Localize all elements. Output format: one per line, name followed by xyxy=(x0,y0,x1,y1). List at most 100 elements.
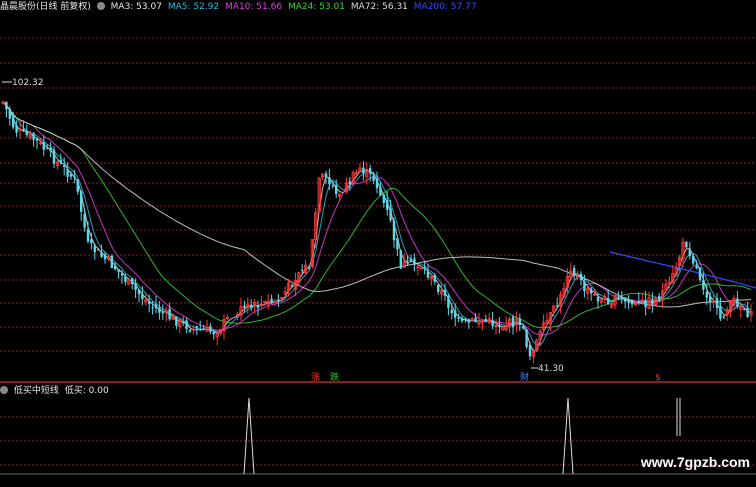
candle-body-down xyxy=(69,174,73,177)
indicator-title[interactable]: 低买中短线 xyxy=(14,386,59,396)
candlesticks xyxy=(1,100,753,364)
candle-body-down xyxy=(209,326,212,332)
candle-body-down xyxy=(590,288,593,294)
candle-body-down xyxy=(66,169,69,177)
candle-body-down xyxy=(80,191,83,212)
candle-body-down xyxy=(46,148,49,150)
candle-body-down xyxy=(624,297,627,302)
candle-body-down xyxy=(457,317,460,319)
candle-body-down xyxy=(573,268,576,275)
ma24-label: MA24: 53.01 xyxy=(287,2,345,12)
candle-body-down xyxy=(154,304,158,309)
candle-body-down xyxy=(117,268,120,272)
grid-lines xyxy=(0,37,756,466)
candle-body-down xyxy=(474,317,477,322)
candle-body-down xyxy=(97,249,100,251)
candle-body-down xyxy=(705,291,708,298)
candle-body-down xyxy=(185,320,188,330)
event-marker: $ xyxy=(655,373,661,383)
candle-body-down xyxy=(12,116,15,128)
candle-body-down xyxy=(630,301,634,305)
candle-body-down xyxy=(100,252,103,257)
candle-body-down xyxy=(369,168,372,174)
candle-body-down xyxy=(158,307,161,313)
ma-header: 晶晨股份(日线 前复权) MA3: 53.07 MA5: 52.92 MA10:… xyxy=(0,0,756,14)
candle-body-down xyxy=(658,296,661,300)
candle-body-down xyxy=(392,220,396,241)
candle-body-down xyxy=(131,278,134,285)
candle-body-down xyxy=(709,296,712,303)
candle-body-down xyxy=(743,308,746,311)
candle-body-down xyxy=(301,269,304,271)
ma72-label: MA72: 56.31 xyxy=(350,2,408,12)
candle-body-down xyxy=(243,305,246,308)
candle-body-down xyxy=(161,312,164,314)
candle-body-down xyxy=(692,255,695,264)
candle-body-down xyxy=(73,175,76,177)
candle-body-down xyxy=(695,265,698,269)
ma-line xyxy=(2,101,752,308)
candle-body-down xyxy=(607,298,610,305)
candle-body-down xyxy=(134,283,137,290)
candle-body-down xyxy=(141,294,144,300)
candle-body-down xyxy=(484,319,487,322)
settings-circle-icon[interactable] xyxy=(96,2,105,10)
low-price-label: 41.30 xyxy=(538,364,564,374)
candle-body-down xyxy=(423,268,426,270)
candle-body-down xyxy=(22,128,25,131)
candle-body-down xyxy=(719,306,722,319)
candle-body-down xyxy=(722,316,725,318)
candle-body-down xyxy=(335,184,338,195)
chart-canvas[interactable]: 102.32 41.30 涨跌 财 $ xyxy=(0,0,756,487)
indicator-header: 低买中短线 低买: 0.00 xyxy=(0,384,756,398)
event-marker: 涨 xyxy=(311,372,320,383)
candle-body-down xyxy=(5,101,8,110)
candle-body-down xyxy=(467,319,470,323)
candle-body-down xyxy=(182,321,185,323)
candle-body-down xyxy=(42,142,45,150)
candle-body-down xyxy=(307,266,311,268)
candle-body-down xyxy=(212,331,215,335)
candle-body-down xyxy=(151,307,154,309)
candle-body-down xyxy=(644,299,647,308)
candle-body-down xyxy=(454,310,457,318)
candle-body-down xyxy=(76,179,79,192)
candle-body-down xyxy=(528,344,532,357)
ma3-label: MA3: 53.07 xyxy=(110,2,162,12)
candle-body-down xyxy=(86,229,90,242)
candle-body-down xyxy=(49,148,52,152)
candle-body-down xyxy=(406,260,409,262)
candle-body-down xyxy=(579,273,583,280)
candle-body-down xyxy=(324,173,328,178)
candle-body-down xyxy=(52,150,56,164)
candle-body-down xyxy=(250,304,253,308)
candle-body-down xyxy=(114,265,117,270)
candle-body-down xyxy=(348,181,351,185)
candle-body-down xyxy=(25,130,28,136)
candle-body-down xyxy=(464,318,467,321)
ma10-label: MA10: 51.66 xyxy=(225,2,283,12)
candle-body-down xyxy=(617,297,620,299)
candle-body-down xyxy=(409,258,413,262)
candle-body-down xyxy=(556,305,559,307)
candle-body-down xyxy=(110,255,113,269)
candle-body-down xyxy=(443,290,447,296)
event-marker: 财 xyxy=(520,371,529,383)
signal-spike xyxy=(243,397,255,475)
candle-body-down xyxy=(413,258,416,265)
candle-body-down xyxy=(137,289,141,295)
event-marker: 跌 xyxy=(330,372,339,383)
candle-body-down xyxy=(15,125,18,133)
candle-body-down xyxy=(382,194,385,203)
candle-body-down xyxy=(175,316,178,326)
stock-name[interactable]: 晶晨股份(日线 前复权) xyxy=(0,2,91,12)
candle-body-down xyxy=(372,175,375,181)
candle-body-down xyxy=(8,108,11,119)
indicator-settings-icon[interactable] xyxy=(0,386,8,394)
ma-line xyxy=(2,101,752,353)
candle-body-down xyxy=(698,267,702,281)
candle-body-down xyxy=(379,187,382,196)
candle-body-down xyxy=(328,177,331,185)
candle-body-down xyxy=(447,296,450,308)
moving-average-lines xyxy=(2,101,756,353)
